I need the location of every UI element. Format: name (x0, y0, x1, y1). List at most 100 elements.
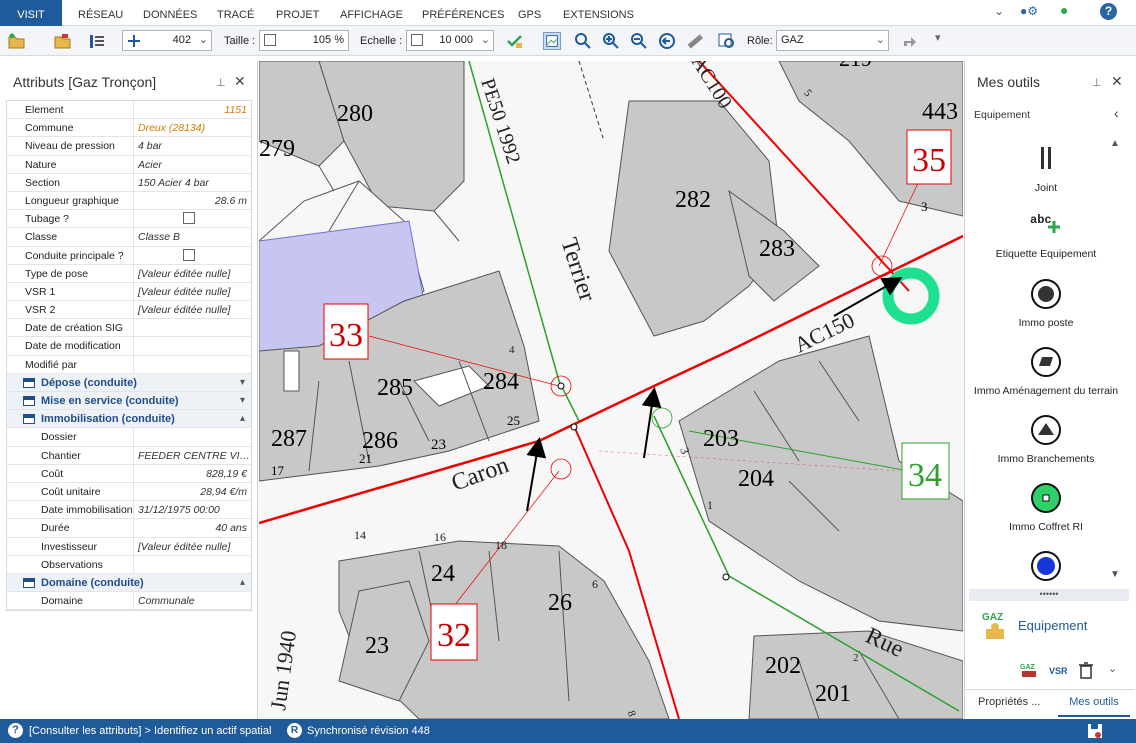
chevron-down-icon[interactable]: ⌄ (199, 31, 208, 50)
attribute-row[interactable]: Element 1151 (7, 101, 251, 120)
attribute-group[interactable]: Mise en service (conduite) ▾ (7, 392, 251, 411)
attribute-row[interactable]: Commune Dreux (28134) (7, 119, 251, 138)
menu-reseau[interactable]: RÉSEAU (78, 0, 123, 26)
folder-icon[interactable] (54, 32, 72, 50)
menu-extensions[interactable]: EXTENSIONS (563, 0, 634, 26)
pin-icon[interactable]: ⊥ (1092, 76, 1102, 89)
trash-icon[interactable] (1077, 661, 1095, 679)
splitter[interactable]: •••••• (969, 589, 1129, 601)
attribute-value[interactable] (134, 247, 251, 264)
share-icon[interactable] (901, 32, 919, 50)
callout-32[interactable]: 32 (437, 617, 471, 654)
callout-33[interactable]: 33 (329, 317, 363, 354)
attribute-value[interactable]: 4 bar (134, 137, 251, 154)
ruler-icon[interactable] (686, 32, 704, 50)
open-folder-icon[interactable] (8, 32, 26, 50)
chevron-down-icon[interactable]: ▾ (240, 392, 245, 410)
checkbox[interactable] (183, 212, 195, 225)
tool-etiquette[interactable]: abc Etiquette Equipement (965, 211, 1127, 260)
count-field[interactable]: 402 ⌄ (122, 30, 212, 51)
attribute-value[interactable]: [Valeur éditée nulle] (134, 538, 251, 555)
close-icon[interactable]: ✕ (1111, 73, 1123, 90)
attribute-value[interactable] (134, 556, 251, 573)
tool-blue-circle[interactable] (965, 550, 1127, 585)
check-filter-icon[interactable] (506, 32, 524, 50)
attribute-row[interactable]: Classe Classe B (7, 228, 251, 247)
zoom-in-icon[interactable] (602, 32, 620, 50)
attribute-row[interactable]: VSR 1 [Valeur éditée nulle] (7, 282, 251, 302)
attribute-value[interactable]: [Valeur éditée nulle] (134, 265, 251, 282)
menu-gps[interactable]: GPS (518, 0, 541, 26)
vsr-icon[interactable]: VSR (1049, 661, 1069, 679)
attribute-value[interactable]: FEEDER CENTRE VI… (134, 447, 251, 464)
save-icon[interactable] (1087, 723, 1103, 739)
attribute-value[interactable] (134, 428, 251, 445)
size-field[interactable]: 105 % (259, 30, 349, 51)
attribute-value[interactable]: 28.6 m (134, 192, 251, 209)
zoom-out-icon[interactable] (630, 32, 648, 50)
attribute-value[interactable]: [Valeur éditée nulle] (134, 301, 251, 318)
attribute-row[interactable]: Longueur graphique 28.6 m (7, 191, 251, 211)
menu-projet[interactable]: PROJET (276, 0, 319, 26)
search-layer-icon[interactable] (718, 32, 736, 50)
menu-preferences[interactable]: PRÉFÉRENCES (422, 0, 505, 26)
tab-mes-outils[interactable]: Mes outils (1058, 691, 1130, 717)
checkbox[interactable] (183, 248, 195, 261)
chevron-down-icon[interactable]: ⌄ (876, 31, 885, 50)
attribute-row[interactable]: Nature Acier (7, 155, 251, 174)
callout-35[interactable]: 35 (912, 142, 946, 179)
chevron-down-icon[interactable]: ⌄ (1108, 662, 1117, 675)
tool-immo-coffret[interactable]: Immo Coffret RI (965, 482, 1127, 533)
group-label[interactable]: Equipement (1018, 618, 1087, 633)
menu-visit[interactable]: VISIT (0, 0, 62, 26)
pin-icon[interactable]: ⊥ (216, 76, 226, 89)
attribute-value[interactable]: 31/12/1975 00:00 (134, 501, 251, 518)
attribute-row[interactable]: Type de pose [Valeur éditée nulle] (7, 264, 251, 283)
attribute-value[interactable] (134, 337, 251, 354)
attribute-row[interactable]: Date de modification (7, 337, 251, 356)
attribute-row[interactable]: Section 150 Acier 4 bar (7, 173, 251, 192)
status-dot-icon[interactable]: ● (1060, 2, 1068, 18)
attribute-value[interactable]: Dreux (28134) (134, 119, 251, 136)
map-canvas[interactable]: 35 33 34 32 280 279 282 283 443 219 285 … (259, 61, 963, 719)
layers-list-icon[interactable] (88, 32, 106, 50)
tool-immo-branchements[interactable]: Immo Branchements (965, 414, 1127, 465)
role-select[interactable]: GAZ ⌄ (776, 30, 889, 51)
user-icon[interactable]: ●⚙ (1020, 4, 1038, 18)
back-icon[interactable] (658, 32, 676, 50)
menu-trace[interactable]: TRACÉ (217, 0, 254, 26)
attribute-value[interactable]: Classe B (134, 228, 251, 245)
attribute-row[interactable]: VSR 2 [Valeur éditée nulle] (7, 301, 251, 320)
attribute-value[interactable]: Communale (134, 592, 251, 609)
attribute-row[interactable]: Durée 40 ans (7, 519, 251, 538)
menu-affichage[interactable]: AFFICHAGE (340, 0, 403, 26)
help-icon[interactable]: ? (1100, 3, 1117, 20)
tool-joint[interactable]: Joint (965, 143, 1127, 194)
attribute-value[interactable] (134, 356, 251, 373)
attribute-value[interactable]: 828,19 € (134, 465, 251, 482)
attribute-row[interactable]: Domaine Communale (7, 592, 251, 611)
attribute-row[interactable]: Dossier (7, 428, 251, 447)
tab-proprietes[interactable]: Propriétés ... (978, 696, 1040, 708)
map-svg[interactable]: 35 33 34 32 280 279 282 283 443 219 285 … (259, 61, 963, 719)
attribute-row[interactable]: Modifié par (7, 355, 251, 374)
close-icon[interactable]: ✕ (234, 73, 246, 90)
tool-immo-amenagement[interactable]: Immo Aménagement du terrain (965, 346, 1127, 397)
callout-34[interactable]: 34 (908, 457, 942, 494)
size-checkbox[interactable] (264, 34, 276, 46)
attribute-row[interactable]: Date de création SIG (7, 319, 251, 338)
overflow-icon[interactable]: ▾ (935, 31, 941, 44)
attribute-value[interactable]: 1151 (134, 101, 251, 118)
chevron-down-icon[interactable]: ⌄ (994, 4, 1004, 18)
chevron-down-icon[interactable]: ⌄ (481, 31, 490, 50)
attribute-value[interactable]: 28,94 €/m (134, 483, 251, 500)
scale-checkbox[interactable] (411, 34, 423, 46)
attribute-group[interactable]: Domaine (conduite) ▴ (7, 573, 251, 593)
attribute-value[interactable] (134, 319, 251, 336)
chevron-up-icon[interactable]: ▴ (240, 574, 245, 592)
attribute-group[interactable]: Dépose (conduite) ▾ (7, 373, 251, 392)
scale-field[interactable]: 10 000 ⌄ (406, 30, 494, 51)
attribute-row[interactable]: Coût 828,19 € (7, 464, 251, 483)
map-view-icon[interactable] (543, 32, 561, 50)
attribute-row[interactable]: Tubage ? (7, 210, 251, 229)
